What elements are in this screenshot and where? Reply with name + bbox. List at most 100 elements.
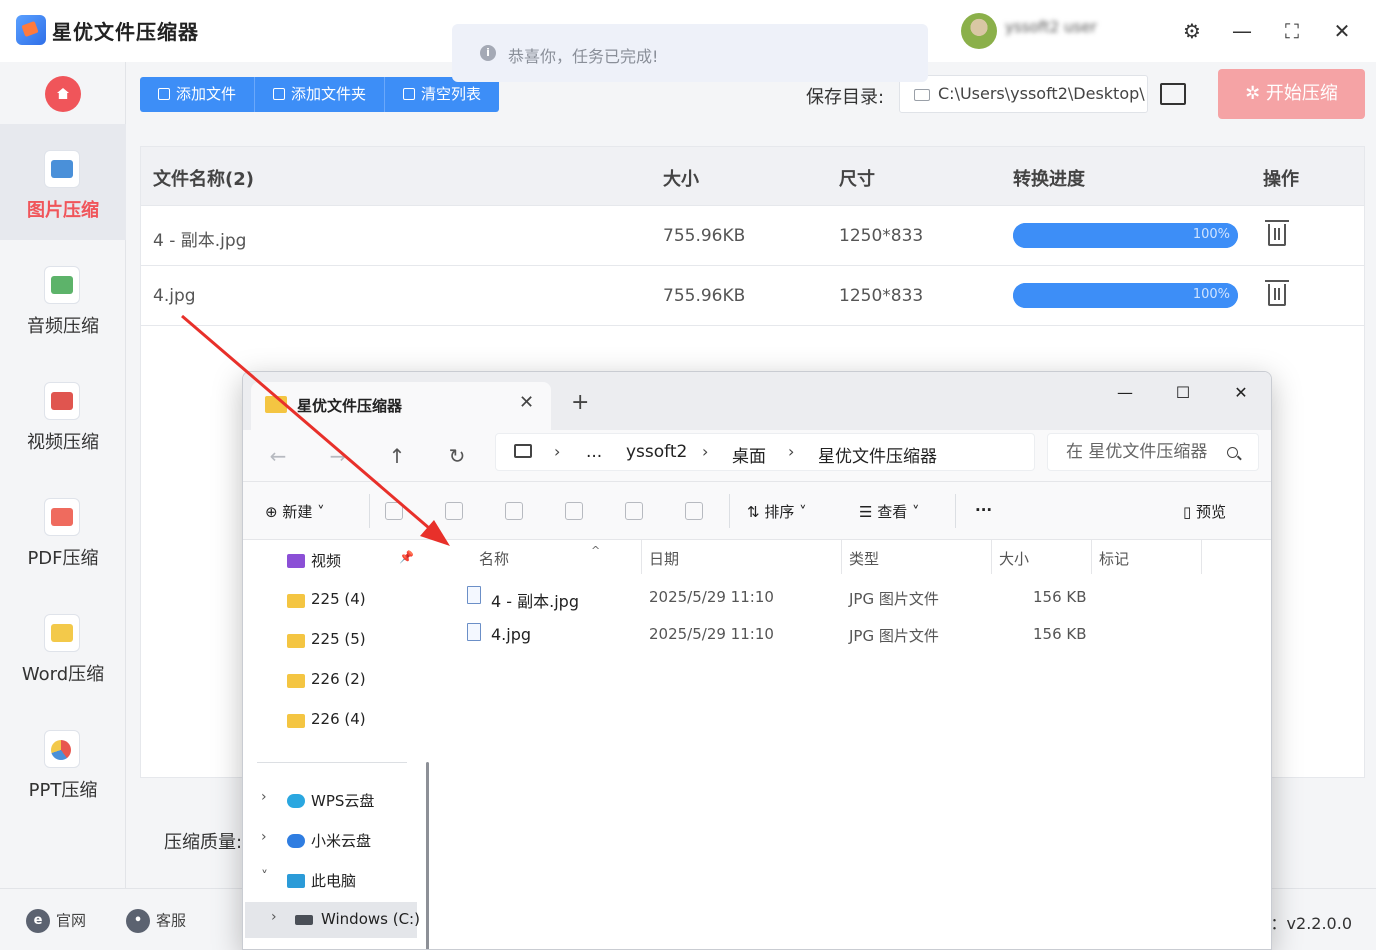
delete-icon[interactable] [1265, 220, 1289, 246]
add-folder-button[interactable]: 添加文件夹 [255, 77, 386, 112]
forward-icon[interactable]: → [321, 440, 355, 472]
close-icon[interactable]: ✕ [1219, 376, 1263, 410]
nav-item-wps-cloud[interactable]: › WPS云盘 [243, 782, 429, 818]
chevron-right-icon[interactable]: › [261, 789, 267, 805]
delete-icon[interactable] [685, 502, 703, 520]
sidebar-item-audio[interactable]: 音频压缩 [0, 240, 126, 356]
file-date: 2025/5/29 11:10 [649, 588, 774, 606]
table-row[interactable]: 4 - 副本.jpg 755.96KB 1250*833 100% [141, 206, 1364, 266]
sidebar-item-ppt[interactable]: PPT压缩 [0, 704, 126, 820]
add-folder-label: 添加文件夹 [291, 85, 367, 103]
breadcrumb-more[interactable]: ... [586, 442, 602, 462]
rename-icon[interactable] [565, 502, 583, 520]
back-icon[interactable]: ← [261, 440, 295, 472]
col-date[interactable]: 日期 [649, 548, 679, 569]
folder-icon [273, 88, 286, 100]
maximize-icon[interactable]: ☐ [1161, 376, 1205, 410]
sidebar-item-video[interactable]: 视频压缩 [0, 356, 126, 472]
refresh-icon[interactable]: ↻ [440, 440, 474, 472]
video-folder-icon [287, 554, 305, 568]
nav-item-video[interactable]: 视频 📌 [243, 542, 429, 578]
progress-bar: 100% [1013, 223, 1238, 248]
col-type[interactable]: 类型 [849, 548, 879, 569]
drive-icon [295, 915, 313, 925]
delete-icon[interactable] [1265, 280, 1289, 306]
copy-icon[interactable] [445, 502, 463, 520]
user-avatar[interactable] [961, 13, 997, 49]
breadcrumb-item[interactable]: yssoft2 [626, 442, 687, 462]
service-link[interactable]: • 客服 [126, 909, 186, 933]
nav-item-folder[interactable]: 225 (4) [243, 582, 429, 618]
preview-button[interactable]: ▯ 预览 [1183, 501, 1226, 522]
tab-close-icon[interactable]: ✕ [519, 392, 534, 413]
toast-message: 恭喜你，任务已完成! [508, 47, 659, 66]
table-row[interactable]: 4.jpg 755.96KB 1250*833 100% [141, 266, 1364, 326]
nav-item-this-pc[interactable]: ˅ 此电脑 [243, 862, 429, 898]
sidebar-item-word[interactable]: Word压缩 [0, 588, 126, 704]
sidebar-item-pdf[interactable]: PDF压缩 [0, 472, 126, 588]
up-icon[interactable]: ↑ [380, 440, 414, 472]
col-name[interactable]: 文件名称(2) [153, 165, 254, 191]
minimize-icon[interactable]: — [1103, 376, 1147, 410]
col-name[interactable]: 名称 ^ [479, 544, 600, 569]
new-tab-icon[interactable]: + [571, 390, 589, 415]
home-icon[interactable] [45, 76, 81, 112]
settings-icon[interactable]: ⚙ [1174, 14, 1210, 48]
add-file-button[interactable]: 添加文件 [140, 77, 256, 112]
sidebar-item-image[interactable]: 图片压缩 [0, 124, 126, 240]
maximize-icon[interactable]: ⛶ [1274, 14, 1310, 48]
col-dims[interactable]: 尺寸 [839, 165, 875, 191]
folder-open-icon[interactable] [1160, 83, 1186, 105]
explorer-tab-title: 星优文件压缩器 [297, 397, 403, 415]
website-link[interactable]: e 官网 [26, 909, 86, 933]
col-progress[interactable]: 转换进度 [1013, 165, 1085, 191]
navpane-scrollbar[interactable] [426, 762, 429, 949]
close-icon[interactable]: ✕ [1324, 14, 1360, 48]
nav-item-folder[interactable]: 225 (5) [243, 622, 429, 658]
more-button[interactable]: ··· [975, 501, 992, 519]
nav-label: Windows (C:) [321, 910, 420, 928]
nav-item-mi-cloud[interactable]: › 小米云盘 [243, 822, 429, 858]
breadcrumb[interactable]: › ... yssoft2 › 桌面 › 星优文件压缩器 [495, 433, 1035, 471]
share-icon[interactable] [625, 502, 643, 520]
pin-icon[interactable]: 📌 [399, 550, 414, 564]
user-name[interactable]: yssoft2 user [1005, 18, 1153, 38]
explorer-tab[interactable]: 星优文件压缩器 ✕ [251, 382, 551, 430]
image-icon [44, 150, 80, 188]
ppt-icon [44, 730, 80, 768]
folder-icon [287, 594, 305, 608]
chevron-right-icon: › [554, 442, 561, 461]
search-icon[interactable] [1227, 447, 1238, 458]
breadcrumb-item[interactable]: 桌面 [732, 442, 766, 467]
col-tag[interactable]: 标记 [1099, 548, 1129, 569]
start-compress-button[interactable]: ✲ 开始压缩 [1218, 69, 1365, 119]
app-logo-icon [16, 15, 46, 45]
pdf-icon [44, 498, 80, 536]
list-item[interactable]: 4.jpg 2025/5/29 11:10 JPG 图片文件 156 KB [439, 617, 1271, 653]
cut-icon[interactable] [385, 502, 403, 520]
save-dir-label: 保存目录: [806, 87, 885, 108]
save-dir-input[interactable]: C:\Users\yssoft2\Desktop\ [899, 75, 1148, 113]
clear-list-button[interactable]: 清空列表 [385, 77, 499, 112]
breadcrumb-item[interactable]: 星优文件压缩器 [818, 442, 937, 467]
nav-item-folder[interactable]: 226 (4) [243, 702, 429, 738]
chevron-right-icon[interactable]: › [261, 829, 267, 845]
sort-button[interactable]: ⇅ 排序 ˅ [747, 501, 807, 522]
chevron-right-icon[interactable]: › [271, 909, 277, 925]
minimize-icon[interactable]: — [1224, 14, 1260, 48]
list-item[interactable]: 4 - 副本.jpg 2025/5/29 11:10 JPG 图片文件 156 … [439, 580, 1271, 616]
paste-icon[interactable] [505, 502, 523, 520]
divider [369, 494, 370, 528]
col-size[interactable]: 大小 [663, 165, 699, 191]
new-button[interactable]: ⊕ 新建 ˅ [265, 501, 325, 522]
view-button[interactable]: ☰ 查看 ˅ [859, 501, 920, 522]
chevron-down-icon[interactable]: ˅ [261, 869, 268, 885]
nav-item-folder[interactable]: 226 (2) [243, 662, 429, 698]
nav-item-drive-c[interactable]: › Windows (C:) [245, 902, 420, 938]
nav-label: 225 (5) [311, 630, 366, 648]
explorer-addressbar: ← → ↑ ↻ › ... yssoft2 › 桌面 › 星优文件压缩器 在 星… [243, 430, 1271, 482]
file-dims: 1250*833 [839, 286, 924, 306]
col-size[interactable]: 大小 [999, 548, 1029, 569]
col-action: 操作 [1263, 169, 1299, 190]
folder-icon [265, 396, 287, 413]
